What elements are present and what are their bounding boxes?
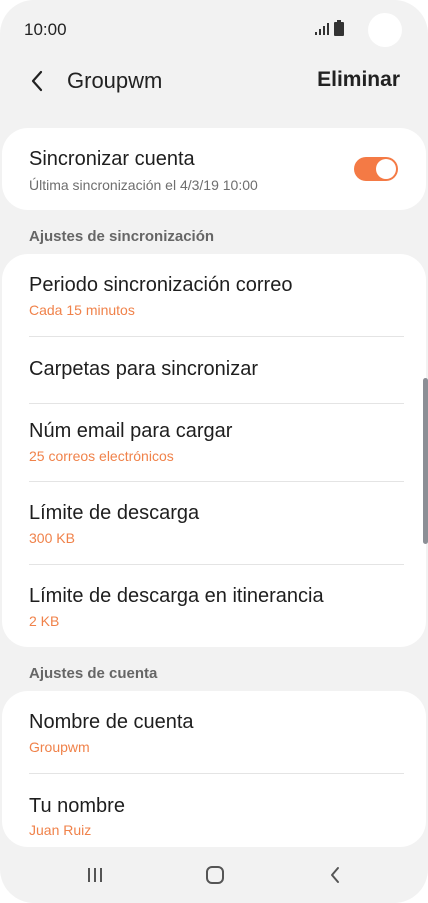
list-item-value: 2 KB — [29, 613, 60, 629]
list-item-roaming-download-limit[interactable]: Límite de descarga en itinerancia 2 KB — [2, 565, 426, 647]
recent-apps-button[interactable] — [75, 861, 115, 889]
list-item-value: Juan Ruiz — [29, 822, 92, 838]
home-icon — [206, 866, 224, 884]
chevron-left-icon — [31, 70, 43, 92]
back-button[interactable] — [22, 66, 52, 96]
app-bar: Groupwm Eliminar — [0, 56, 428, 106]
list-item-title: Límite de descarga — [29, 502, 200, 524]
list-item-title: Carpetas para sincronizar — [29, 358, 258, 380]
home-button[interactable] — [195, 861, 235, 889]
navigation-bar — [0, 847, 428, 903]
status-time: 10:00 — [24, 20, 67, 39]
back-icon — [331, 867, 339, 883]
delete-button[interactable]: Eliminar — [317, 68, 400, 92]
list-item-title: Límite de descarga en itinerancia — [29, 585, 324, 607]
nav-back-button[interactable] — [315, 861, 355, 889]
battery-icon — [334, 20, 344, 36]
sync-account-card[interactable]: Sincronizar cuenta Última sincronización… — [2, 128, 426, 210]
last-sync-text: Última sincronización el 4/3/19 10:00 — [29, 177, 258, 193]
list-item-sync-folders[interactable]: Carpetas para sincronizar — [2, 337, 426, 403]
list-item-sync-period[interactable]: Periodo sincronización correo Cada 15 mi… — [2, 254, 426, 336]
toggle-thumb — [376, 159, 396, 179]
list-item-your-name[interactable]: Tu nombre Juan Ruiz — [2, 774, 426, 847]
list-item-value: Groupwm — [29, 739, 90, 755]
camera-cutout — [368, 13, 402, 47]
scrollbar[interactable] — [423, 378, 428, 544]
sync-account-toggle[interactable] — [354, 157, 398, 181]
list-item-title: Periodo sincronización correo — [29, 274, 293, 296]
section-header-sync-settings: Ajustes de sincronización — [29, 228, 215, 245]
status-bar: 10:00 — [0, 0, 428, 56]
list-item-title: Nombre de cuenta — [29, 711, 194, 733]
sync-account-title: Sincronizar cuenta — [29, 148, 195, 170]
list-item-title: Núm email para cargar — [29, 420, 233, 442]
list-item-account-name[interactable]: Nombre de cuenta Groupwm — [2, 691, 426, 773]
section-header-account-settings: Ajustes de cuenta — [29, 665, 158, 682]
list-item-title: Tu nombre — [29, 795, 125, 817]
sync-settings-card: Periodo sincronización correo Cada 15 mi… — [2, 254, 426, 647]
phone-screen: 10:00 Groupwm Eliminar Sincronizar cuent… — [0, 0, 428, 903]
list-item-value: Cada 15 minutos — [29, 302, 135, 318]
page-title: Groupwm — [67, 68, 163, 93]
signal-icon — [315, 23, 329, 35]
list-item-value: 300 KB — [29, 530, 75, 546]
list-item-download-limit[interactable]: Límite de descarga 300 KB — [2, 482, 426, 564]
recent-apps-icon — [88, 868, 102, 882]
list-item-value: 25 correos electrónicos — [29, 448, 174, 464]
list-item-email-count[interactable]: Núm email para cargar 25 correos electró… — [2, 404, 426, 480]
account-settings-card: Nombre de cuenta Groupwm Tu nombre Juan … — [2, 691, 426, 847]
